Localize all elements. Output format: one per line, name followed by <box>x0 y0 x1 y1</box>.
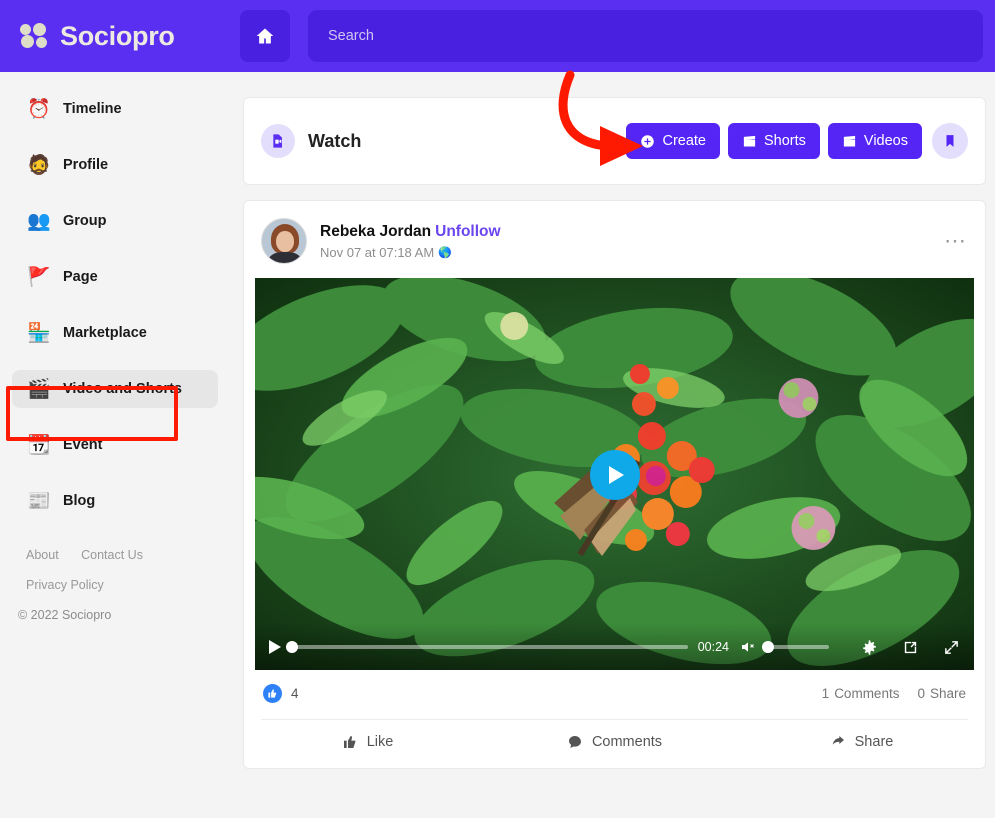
home-icon <box>255 26 275 46</box>
video-controls: 00:24 <box>255 624 974 670</box>
footer-link-contact-us[interactable]: Contact Us <box>81 548 143 562</box>
videos-button[interactable]: Videos <box>828 123 922 159</box>
globe-icon: 🌎 <box>438 246 452 259</box>
sidebar: ⏰ Timeline 🧔 Profile 👥 Group 🚩 Page 🏪 Ma… <box>0 72 230 818</box>
sidebar-item-label: Profile <box>63 157 108 173</box>
sidebar-item-label: Blog <box>63 493 95 509</box>
gear-icon[interactable] <box>861 639 878 656</box>
share-count: 0 <box>917 686 925 701</box>
share-button-label: Share <box>855 734 894 750</box>
sidebar-item-label: Marketplace <box>63 325 147 341</box>
four-dots-logo-icon <box>20 23 50 49</box>
clapperboard-icon <box>742 134 757 149</box>
videos-button-label: Videos <box>864 133 908 149</box>
play-overlay-button[interactable] <box>590 450 640 500</box>
sidebar-item-timeline[interactable]: ⏰ Timeline <box>12 90 218 128</box>
comments-button-label: Comments <box>592 734 662 750</box>
page-title: Watch <box>308 131 361 152</box>
thumbs-up-circle-icon <box>263 684 282 703</box>
footer-link-privacy-policy[interactable]: Privacy Policy <box>26 578 104 592</box>
brand-name: Sociopro <box>60 21 175 52</box>
post-meta: Nov 07 at 07:18 AM 🌎 <box>320 245 501 260</box>
like-button-label: Like <box>367 734 394 750</box>
watch-header-card: Watch Create Shorts Videos <box>243 97 986 185</box>
plus-circle-icon <box>640 134 655 149</box>
annotation-highlight-box <box>6 386 178 441</box>
play-icon[interactable] <box>269 640 281 654</box>
store-icon: 🏪 <box>27 324 51 343</box>
sidebar-item-label: Group <box>63 213 107 229</box>
play-circle-icon <box>609 466 624 484</box>
progress-bar[interactable] <box>291 645 688 649</box>
clock-icon: ⏰ <box>27 100 51 119</box>
search-input[interactable]: Search <box>308 10 983 62</box>
thumbs-up-icon <box>342 734 358 750</box>
sidebar-item-label: Page <box>63 269 98 285</box>
person-icon: 🧔 <box>27 156 51 175</box>
news-icon: 📰 <box>27 492 51 511</box>
share-count-group[interactable]: 0 Share <box>917 686 966 701</box>
post-actions: Like Comments Share <box>244 720 985 768</box>
sidebar-item-blog[interactable]: 📰 Blog <box>12 482 218 520</box>
video-post-card: Rebeka JordanUnfollow Nov 07 at 07:18 AM… <box>243 200 986 769</box>
footer-links: About Contact Us Privacy Policy <box>26 546 230 594</box>
search-placeholder: Search <box>328 28 374 44</box>
bookmark-button[interactable] <box>932 123 968 159</box>
shorts-button[interactable]: Shorts <box>728 123 820 159</box>
share-arrow-icon <box>830 734 846 750</box>
video-file-icon <box>261 124 295 158</box>
comments-button[interactable]: Comments <box>491 734 738 750</box>
post-timestamp: Nov 07 at 07:18 AM <box>320 245 434 260</box>
sidebar-item-label: Timeline <box>63 101 122 117</box>
comment-bubble-icon <box>567 734 583 750</box>
home-button[interactable] <box>240 10 290 62</box>
main-content: Watch Create Shorts Videos Rebeka Jordan… <box>243 72 986 769</box>
post-header: Rebeka JordanUnfollow Nov 07 at 07:18 AM… <box>244 201 985 278</box>
avatar[interactable] <box>261 218 307 264</box>
group-icon: 👥 <box>27 212 51 231</box>
bookmark-icon <box>943 134 957 148</box>
shorts-button-label: Shorts <box>764 133 806 149</box>
video-time: 00:24 <box>698 640 729 654</box>
post-author-name[interactable]: Rebeka Jordan <box>320 223 431 240</box>
copyright-text: © 2022 Sociopro <box>18 608 230 622</box>
share-count-label: Share <box>930 686 966 701</box>
like-button[interactable]: Like <box>244 734 491 750</box>
top-navigation-bar: Sociopro Search <box>0 0 995 72</box>
volume-slider[interactable] <box>767 645 829 649</box>
video-player[interactable]: 00:24 <box>255 278 974 670</box>
more-dots-icon[interactable]: ⋯ <box>944 236 968 246</box>
volume-knob <box>762 641 774 653</box>
brand-logo-area[interactable]: Sociopro <box>20 21 235 52</box>
comments-count-label: Comments <box>834 686 899 701</box>
footer-link-about[interactable]: About <box>26 548 59 562</box>
create-button[interactable]: Create <box>626 123 720 159</box>
create-button-label: Create <box>662 133 706 149</box>
sidebar-item-profile[interactable]: 🧔 Profile <box>12 146 218 184</box>
volume-mute-icon[interactable] <box>739 639 757 655</box>
like-count: 4 <box>291 686 299 701</box>
picture-in-picture-icon[interactable] <box>902 639 919 656</box>
clapperboard-icon <box>842 134 857 149</box>
unfollow-link[interactable]: Unfollow <box>435 223 500 240</box>
share-button[interactable]: Share <box>738 734 985 750</box>
comments-count-group[interactable]: 1 Comments <box>822 686 900 701</box>
sidebar-item-group[interactable]: 👥 Group <box>12 202 218 240</box>
flag-icon: 🚩 <box>27 268 51 287</box>
post-author-row: Rebeka JordanUnfollow <box>320 223 501 241</box>
progress-knob <box>286 641 298 653</box>
sidebar-item-marketplace[interactable]: 🏪 Marketplace <box>12 314 218 352</box>
post-stats: 4 1 Comments 0 Share <box>244 670 985 703</box>
fullscreen-icon[interactable] <box>943 639 960 656</box>
comments-count: 1 <box>822 686 830 701</box>
sidebar-item-page[interactable]: 🚩 Page <box>12 258 218 296</box>
